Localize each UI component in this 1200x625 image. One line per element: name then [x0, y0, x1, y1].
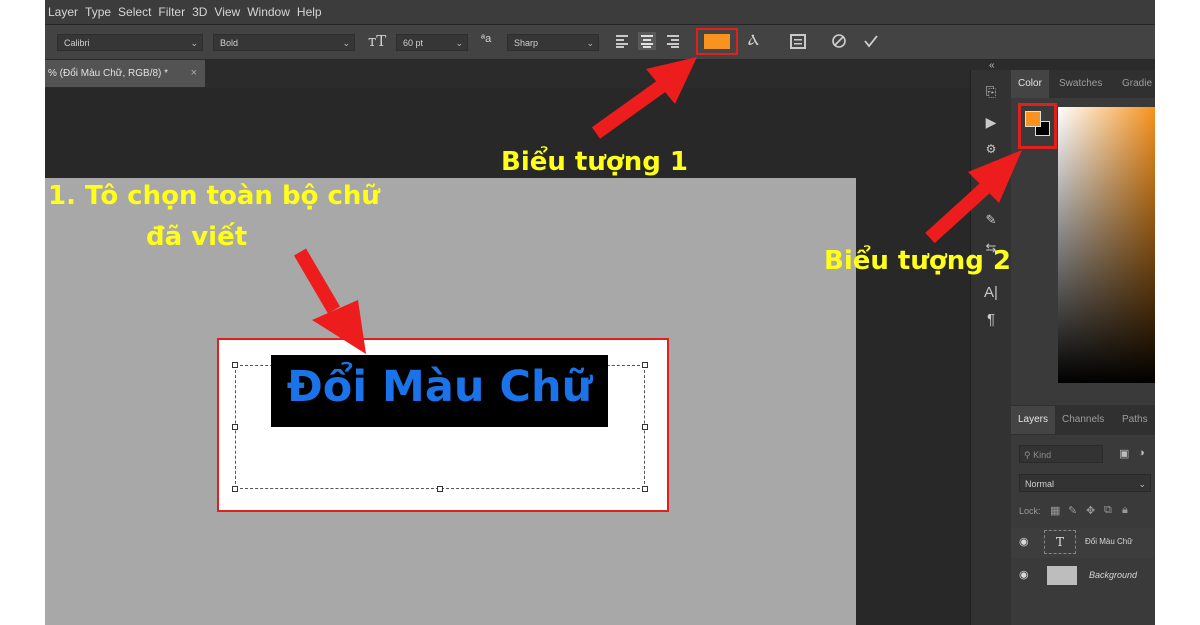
red-arrow-icon	[293, 248, 366, 354]
red-arrow-icon	[591, 57, 697, 139]
red-arrow-icon	[925, 150, 1022, 244]
annotation-arrows	[293, 57, 1022, 354]
